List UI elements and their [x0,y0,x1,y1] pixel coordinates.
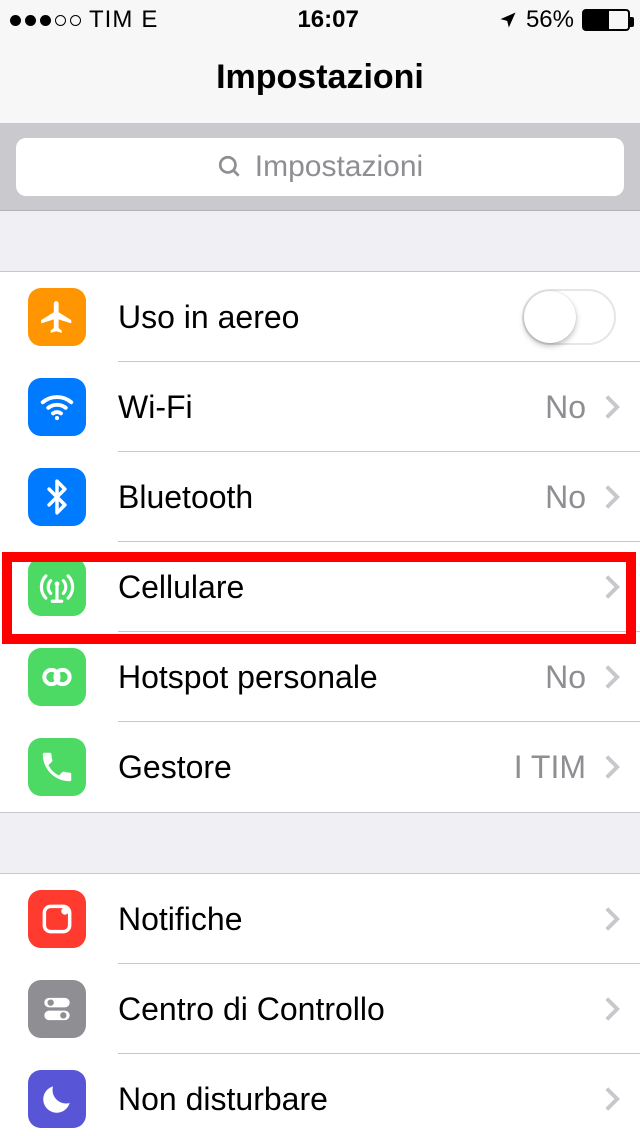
location-icon [498,10,518,30]
status-right: 56% [498,6,630,34]
row-notifications[interactable]: Notifiche [0,874,640,964]
nav-header: Impostazioni [0,40,640,124]
row-do-not-disturb[interactable]: Non disturbare [0,1054,640,1136]
row-value: I TIM [514,749,596,786]
phone-icon [28,738,86,796]
moon-icon [28,1070,86,1128]
row-hotspot[interactable]: Hotspot personale No [0,632,640,722]
row-control-center[interactable]: Centro di Controllo [0,964,640,1054]
row-label: Cellulare [86,569,596,606]
chevron-right-icon [596,906,640,932]
search-placeholder: Impostazioni [255,150,423,184]
hotspot-icon [28,648,86,706]
page-title: Impostazioni [0,58,640,97]
row-wifi[interactable]: Wi-Fi No [0,362,640,452]
control-center-icon [28,980,86,1038]
row-label: Wi-Fi [86,389,545,426]
row-label: Bluetooth [86,479,545,516]
row-label: Centro di Controllo [86,991,596,1028]
chevron-right-icon [596,664,640,690]
bluetooth-icon [28,468,86,526]
row-value: No [545,479,596,516]
settings-group-general: Notifiche Centro di Controllo Non distur… [0,873,640,1136]
battery-fill [584,11,609,29]
battery-percent-label: 56% [526,6,574,34]
airplane-toggle[interactable] [522,289,616,345]
section-gap [0,813,640,873]
status-bar: TIM E 16:07 56% [0,0,640,40]
row-cellular[interactable]: Cellulare [0,542,640,632]
notifications-icon [28,890,86,948]
chevron-right-icon [596,574,640,600]
chevron-right-icon [596,754,640,780]
chevron-right-icon [596,1086,640,1112]
row-label: Gestore [86,749,514,786]
chevron-right-icon [596,996,640,1022]
battery-icon [582,9,630,31]
search-input[interactable]: Impostazioni [16,138,624,196]
row-value: No [545,389,596,426]
row-carrier[interactable]: Gestore I TIM [0,722,640,812]
clock-label: 16:07 [297,6,358,34]
row-value: No [545,659,596,696]
section-gap [0,211,640,271]
row-airplane-mode[interactable]: Uso in aereo [0,272,640,362]
search-icon [217,154,243,180]
chevron-right-icon [596,484,640,510]
row-label: Uso in aereo [86,299,522,336]
row-label: Hotspot personale [86,659,545,696]
row-label: Non disturbare [86,1081,596,1118]
chevron-right-icon [596,394,640,420]
toggle-knob [524,291,576,343]
wifi-icon [28,378,86,436]
row-bluetooth[interactable]: Bluetooth No [0,452,640,542]
settings-group-connectivity: Uso in aereo Wi-Fi No Bluetooth No Cellu… [0,271,640,813]
network-type-label: E [141,6,158,34]
search-bar-container: Impostazioni [0,124,640,211]
status-left: TIM E [10,6,158,34]
carrier-label: TIM [89,6,133,34]
airplane-icon [28,288,86,346]
signal-strength-icon [10,15,81,26]
row-label: Notifiche [86,901,596,938]
cellular-icon [28,558,86,616]
